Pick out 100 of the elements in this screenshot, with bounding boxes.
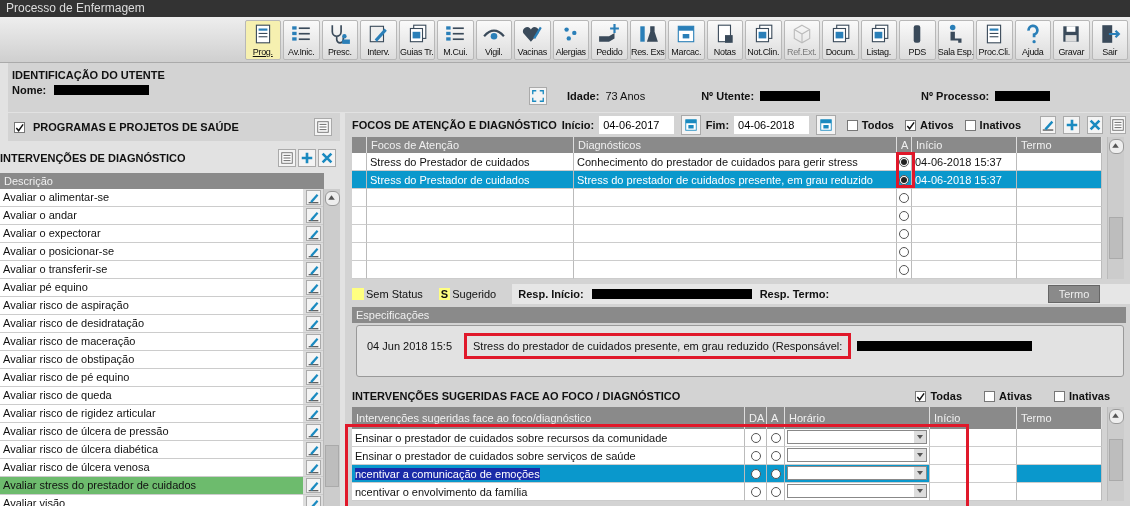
checkbox-label[interactable]: Ativas	[999, 390, 1033, 402]
edit-icon[interactable]	[305, 406, 321, 421]
date-field[interactable]: 04-06-2017	[599, 116, 675, 134]
checkbox-label[interactable]: Inativas	[1069, 390, 1110, 402]
scrollbar[interactable]	[323, 189, 340, 506]
delete-icon[interactable]	[318, 149, 336, 167]
list-item[interactable]: Avaliar risco de queda	[0, 387, 323, 405]
edit-icon[interactable]	[305, 316, 321, 331]
edit-icon[interactable]	[305, 424, 321, 439]
caret-icon[interactable]	[916, 469, 924, 477]
arrow-up-icon[interactable]	[325, 192, 337, 203]
edit-icon[interactable]	[305, 496, 321, 506]
list-item[interactable]: Avaliar risco de pé equino	[0, 369, 323, 387]
list-icon[interactable]	[1109, 116, 1126, 134]
date-field[interactable]: 04-06-2018	[734, 116, 810, 134]
list-item[interactable]: Avaliar risco de desidratação	[0, 315, 323, 333]
edit-icon[interactable]	[305, 208, 321, 223]
edit-icon[interactable]	[1040, 116, 1057, 134]
radio-button[interactable]	[899, 156, 909, 167]
list-item[interactable]: Avaliar o alimentar-se	[0, 189, 323, 207]
radio-button[interactable]	[770, 432, 781, 443]
toolbar-button[interactable]: Docum.	[822, 19, 859, 60]
checkbox[interactable]	[1054, 390, 1066, 402]
toolbar-button[interactable]: Proc.Cli.	[976, 19, 1013, 60]
table-row[interactable]: ncentivar a comunicação de emoções	[352, 465, 745, 483]
radio-button[interactable]	[899, 246, 909, 257]
checkbox[interactable]	[964, 119, 976, 131]
toolbar-button[interactable]: Ajuda	[1014, 19, 1051, 60]
list-item[interactable]: Avaliar stress do prestador de cuidados	[0, 477, 323, 495]
table-row[interactable]: Ensinar o prestador de cuidados sobre serviços de saúde	[352, 447, 745, 465]
checkbox[interactable]	[905, 119, 916, 131]
list-item[interactable]: Avaliar o posicionar-se	[0, 243, 323, 261]
toolbar-button[interactable]: Guias Tr.	[398, 19, 435, 60]
edit-icon[interactable]	[305, 262, 321, 277]
list-item[interactable]: Avaliar risco de úlcera de pressão	[0, 423, 323, 441]
toolbar-button[interactable]: Alergias	[552, 19, 589, 60]
checkbox-label[interactable]: Todas	[930, 390, 962, 402]
toolbar-button[interactable]: Sair	[1091, 19, 1128, 60]
toolbar-button[interactable]: Prog.	[244, 19, 281, 60]
radio-button[interactable]	[770, 468, 781, 479]
list-item[interactable]: Avaliar risco de aspiração	[0, 297, 323, 315]
caret-icon[interactable]	[916, 451, 924, 459]
toolbar-button[interactable]: PDS	[899, 19, 936, 60]
list-icon[interactable]	[278, 149, 296, 167]
toolbar-button[interactable]: Gravar	[1053, 19, 1090, 60]
edit-icon[interactable]	[305, 478, 321, 493]
edit-icon[interactable]	[305, 226, 321, 241]
table-row[interactable]: Ensinar o prestador de cuidados sobre recursos da comunidade	[352, 429, 745, 447]
edit-icon[interactable]	[305, 280, 321, 295]
radio-button[interactable]	[750, 450, 761, 461]
edit-icon[interactable]	[305, 244, 321, 259]
toolbar-button[interactable]: Vacinas	[514, 19, 551, 60]
list-icon[interactable]	[314, 118, 332, 136]
checkbox-label[interactable]: Todos	[861, 119, 894, 131]
edit-icon[interactable]	[305, 442, 321, 457]
table-row[interactable]: ncentivar o envolvimento da família	[352, 483, 745, 501]
list-item[interactable]: Avaliar risco de úlcera venosa	[0, 459, 323, 477]
checkbox[interactable]	[846, 119, 858, 131]
list-item[interactable]: Avaliar pé equino	[0, 279, 323, 297]
scroll-thumb[interactable]	[1109, 439, 1123, 481]
edit-icon[interactable]	[305, 388, 321, 403]
add-icon[interactable]	[298, 149, 316, 167]
edit-icon[interactable]	[305, 460, 321, 475]
edit-icon[interactable]	[305, 190, 321, 205]
radio-button[interactable]	[899, 228, 909, 239]
delete-icon[interactable]	[1086, 116, 1103, 134]
radio-button[interactable]	[750, 432, 761, 443]
toolbar-button[interactable]: Vigil.	[475, 19, 512, 60]
toolbar-button[interactable]: Interv.	[360, 19, 397, 60]
list-item[interactable]: Avaliar risco de rigidez articular	[0, 405, 323, 423]
toolbar-button[interactable]: M.Cui.	[437, 19, 474, 60]
checkbox-label[interactable]: Inativos	[979, 119, 1022, 131]
checkbox-label[interactable]: Ativos	[920, 119, 954, 131]
toolbar-button[interactable]: Sala Esp.	[937, 19, 974, 60]
radio-button[interactable]	[899, 174, 909, 185]
toolbar-button[interactable]: Not.Clin.	[745, 19, 782, 60]
scroll-thumb[interactable]	[325, 445, 339, 487]
add-icon[interactable]	[1063, 116, 1080, 134]
caret-icon[interactable]	[916, 487, 924, 495]
edit-icon[interactable]	[305, 298, 321, 313]
list-item[interactable]: Avaliar o andar	[0, 207, 323, 225]
radio-button[interactable]	[770, 450, 781, 461]
radio-button[interactable]	[750, 486, 761, 497]
calendar-icon[interactable]	[816, 115, 836, 135]
checkbox[interactable]	[14, 121, 25, 133]
caret-icon[interactable]	[916, 433, 924, 441]
radio-button[interactable]	[899, 210, 909, 221]
list-item[interactable]: Avaliar risco de maceração	[0, 333, 323, 351]
checkbox[interactable]	[915, 390, 927, 402]
toolbar-button[interactable]: Listag.	[860, 19, 897, 60]
scrollbar[interactable]	[1107, 407, 1124, 501]
list-item[interactable]: Avaliar o expectorar	[0, 225, 323, 243]
scroll-thumb[interactable]	[1109, 217, 1123, 259]
toolbar-button[interactable]: Marcac.	[668, 19, 705, 60]
radio-button[interactable]	[750, 468, 761, 479]
radio-button[interactable]	[770, 486, 781, 497]
checkbox[interactable]	[984, 390, 995, 402]
calendar-icon[interactable]	[681, 115, 701, 135]
scrollbar[interactable]	[1107, 137, 1124, 279]
toolbar-button[interactable]: Res. Exs	[629, 19, 666, 60]
